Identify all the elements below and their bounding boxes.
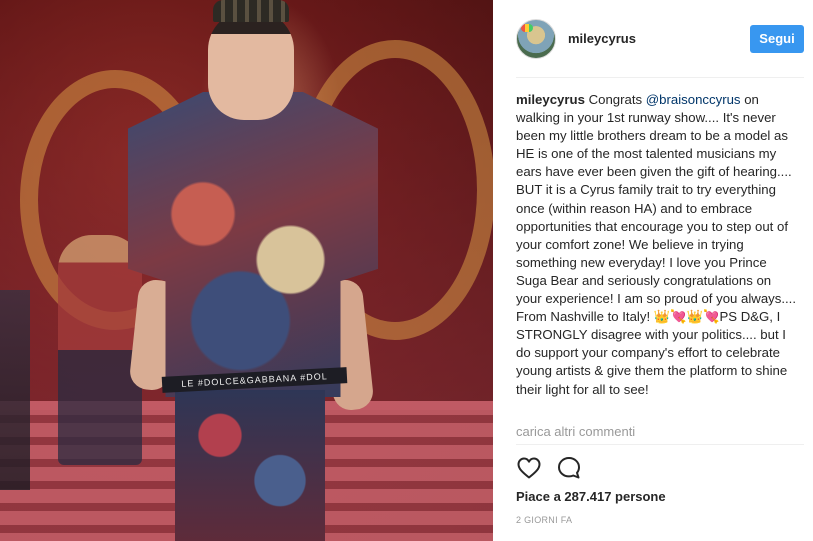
caption-mention-link[interactable]: @braisonccyrus	[646, 92, 741, 107]
header-username-link[interactable]: mileycyrus	[568, 31, 636, 46]
comments-divider	[516, 444, 804, 445]
avatar[interactable]	[516, 19, 556, 59]
photo-background-person-edge	[0, 290, 30, 490]
caption-text-body: on walking in your 1st runway show.... I…	[516, 92, 797, 397]
photo-model-shirt	[128, 92, 378, 397]
caption-text-start: Congrats	[588, 92, 646, 107]
post-photo[interactable]: LE #DOLCE&GABBANA #DOL	[0, 0, 493, 541]
post-actions	[516, 455, 616, 481]
photo-background-person	[58, 235, 142, 465]
follow-button[interactable]: Segui	[750, 25, 804, 53]
avatar-rainbow-badge	[521, 24, 533, 32]
header-divider	[516, 77, 804, 78]
likes-count[interactable]: Piace a 287.417 persone	[516, 489, 666, 504]
photo-model-pants	[175, 390, 325, 541]
comment-bubble-icon[interactable]	[556, 455, 582, 481]
post-side-panel: mileycyrus Segui mileycyrus Congrats @br…	[493, 0, 813, 541]
load-more-comments-link[interactable]: carica altri commenti	[516, 424, 635, 439]
heart-icon[interactable]	[516, 455, 542, 481]
photo-model-crown	[213, 0, 289, 22]
caption-username-link[interactable]: mileycyrus	[516, 92, 585, 107]
photo-model-head	[208, 10, 294, 120]
post-header: mileycyrus Segui	[516, 16, 804, 64]
post-timestamp[interactable]: 2 GIORNI FA	[516, 515, 572, 525]
post-caption: mileycyrus Congrats @braisonccyrus on wa…	[516, 91, 796, 399]
